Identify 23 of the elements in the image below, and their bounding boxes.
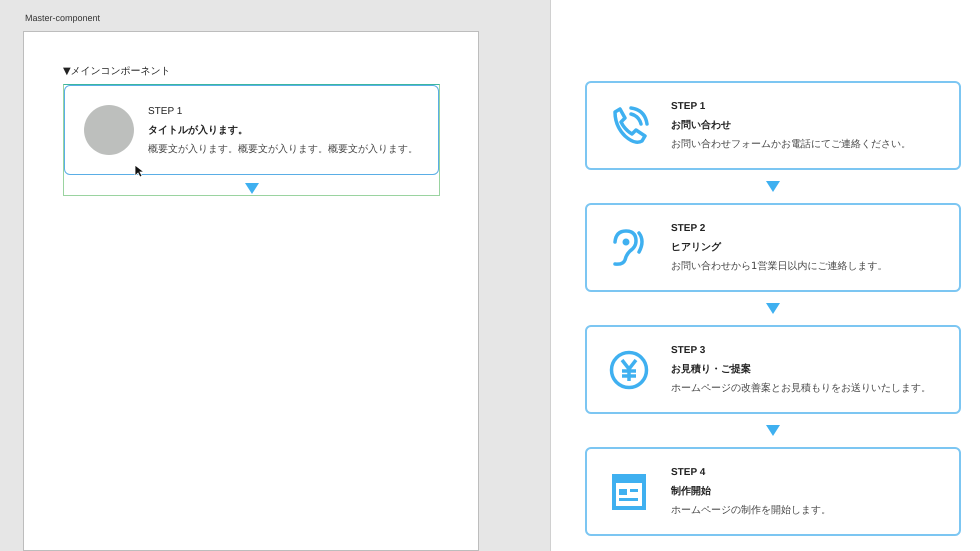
step-label: STEP 2: [671, 222, 706, 236]
down-arrow-icon: [766, 425, 780, 436]
step-description: ホームページの改善案とお見積もりをお送りいたします。: [671, 382, 931, 396]
section-heading: ▼メインコンポーネント: [63, 65, 172, 79]
step-description: お問い合わせフォームかお電話にてご連絡ください。: [671, 138, 911, 152]
step-title: お見積り・ご提案: [671, 362, 752, 377]
step-label: STEP 1: [148, 104, 184, 118]
down-arrow-icon: [244, 183, 258, 194]
browser-window-icon: [612, 474, 646, 510]
step-label: STEP 3: [671, 344, 706, 358]
step-title: ヒアリング: [671, 241, 722, 255]
step-description: お問い合わせから1営業日以内にご連絡します。: [671, 260, 888, 274]
step-description: 概要文が入ります。概要文が入ります。概要文が入ります。: [148, 142, 418, 156]
step-label: STEP 4: [671, 466, 706, 480]
step-title: タイトルが入ります。: [148, 124, 249, 138]
step-description: ホームページの制作を開始します。: [671, 504, 831, 518]
step-label: STEP 1: [671, 100, 706, 114]
down-arrow-icon: [766, 303, 780, 314]
artboard-title: Master-component: [25, 12, 102, 25]
step-title: 制作開始: [671, 484, 712, 499]
step-title: お問い合わせ: [671, 118, 732, 133]
yen-coin-icon: [609, 350, 649, 390]
down-arrow-icon: [766, 181, 780, 192]
